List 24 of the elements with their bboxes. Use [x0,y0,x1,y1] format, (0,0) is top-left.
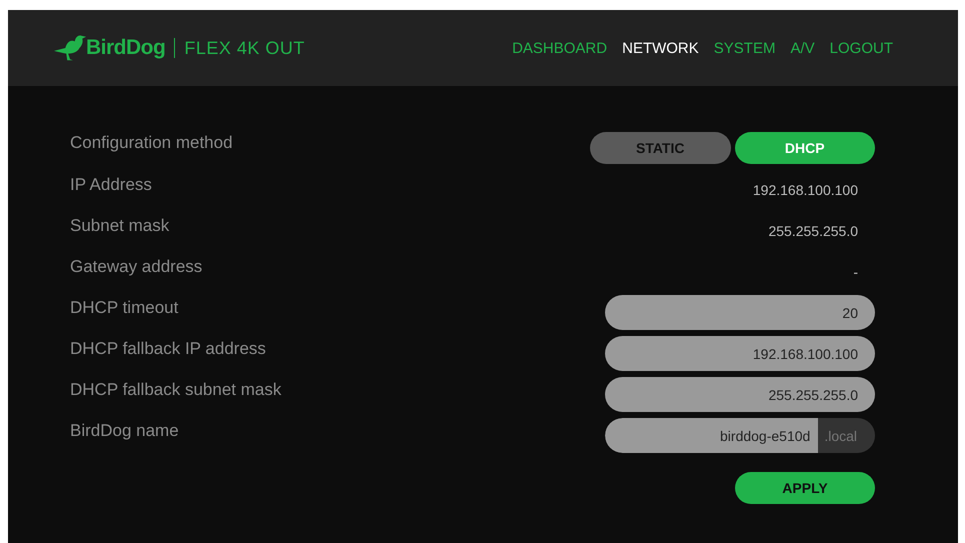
field-label: BirdDog name [70,420,179,440]
nav-link[interactable]: LOGOUT [830,40,893,56]
nav-link[interactable]: SYSTEM [714,40,776,56]
brand-logo: BirdDog [86,36,166,60]
field-label: DHCP fallback IP address [70,338,266,358]
field-label: Subnet mask [70,216,170,236]
nav-link[interactable]: DASHBOARD [512,40,608,56]
input-field[interactable]: 20 [605,295,875,330]
field-label: Configuration method [70,132,233,152]
field-value: 192.168.100.100 [752,182,859,198]
field-label: DHCP fallback subnet mask [70,380,282,400]
field-label: IP Address [70,174,152,194]
field-label: Gateway address [70,256,202,276]
input-field[interactable]: 192.168.100.100 [605,336,875,371]
input-field[interactable]: 255.255.255.0 [605,377,875,412]
field-value: 255.255.255.0 [768,222,859,238]
field-label: DHCP timeout [70,298,178,318]
domain-suffix: .local [818,418,875,453]
input-field[interactable]: birddog-e510d [605,418,818,453]
field-value: - [853,264,859,280]
apply-button[interactable]: APPLY [735,472,875,504]
nav-link[interactable]: NETWORK [622,40,699,56]
nav-link[interactable]: A/V [790,40,815,56]
product-name: FLEX 4K OUT [184,38,305,58]
